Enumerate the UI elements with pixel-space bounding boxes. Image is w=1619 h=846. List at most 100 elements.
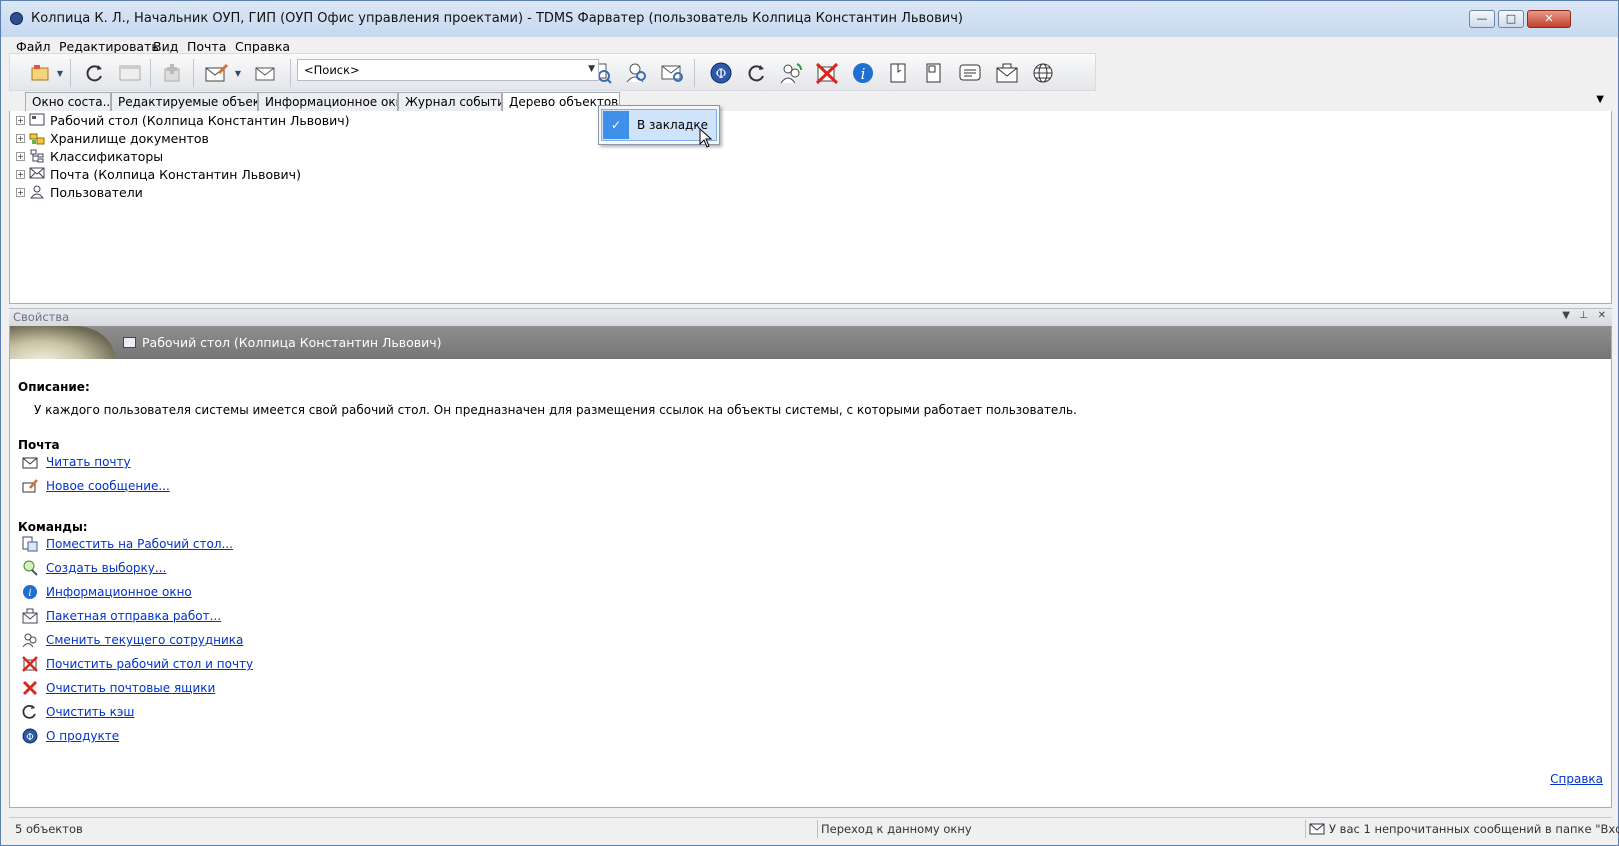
unread-mail-notice[interactable]: У вас 1 непрочитанных сообщений в папке …: [1309, 822, 1619, 836]
maximize-button[interactable]: □: [1498, 10, 1524, 28]
tree-item-desktop[interactable]: + Рабочий стол (Колпица Константин Львов…: [16, 111, 350, 129]
document-icon[interactable]: [883, 59, 913, 87]
object-tree: + Рабочий стол (Колпица Константин Львов…: [9, 111, 1612, 304]
put-on-desktop-link[interactable]: Поместить на Рабочий стол...: [46, 537, 233, 551]
expand-icon[interactable]: +: [16, 151, 25, 161]
command-row[interactable]: Очистить почтовые ящики: [22, 679, 215, 697]
new-message-link[interactable]: Новое сообщение...: [46, 479, 170, 493]
new-object-icon[interactable]: [26, 59, 56, 87]
find-user-icon[interactable]: [622, 59, 652, 87]
search-input[interactable]: <Поиск> ▼: [297, 59, 599, 81]
change-user-icon[interactable]: [776, 59, 806, 87]
dropdown-arrow-icon[interactable]: ▼: [232, 59, 244, 87]
menu-mail[interactable]: Почта: [187, 39, 226, 54]
tab-status-window[interactable]: Окно соста...: [25, 92, 111, 111]
title-bar: Колпица К. Л., Начальник ОУП, ГИП (ОУП О…: [1, 1, 1618, 37]
tree-item-label: Классификаторы: [50, 148, 164, 164]
tree-item-classifiers[interactable]: + Классификаторы: [16, 147, 163, 165]
command-row[interactable]: Очистить кэш: [22, 703, 134, 721]
new-message-link-row[interactable]: Новое сообщение...: [22, 477, 170, 495]
commands-heading: Команды:: [18, 520, 88, 534]
command-row[interactable]: Сменить текущего сотрудника: [22, 631, 243, 649]
mail-heading: Почта: [18, 438, 60, 452]
properties-panel: Рабочий стол (Колпица Константин Львович…: [9, 326, 1612, 808]
about-icon: Ф: [22, 728, 38, 744]
svg-text:i: i: [28, 588, 31, 599]
mail-notice-icon: [1309, 823, 1325, 835]
banner-decoration: [10, 326, 115, 359]
clear-cache-link[interactable]: Очистить кэш: [46, 705, 134, 719]
command-row[interactable]: Поместить на Рабочий стол...: [22, 535, 233, 553]
expand-icon[interactable]: +: [16, 169, 25, 179]
expand-icon[interactable]: +: [16, 133, 25, 143]
expand-icon[interactable]: +: [16, 115, 25, 125]
send-mail-icon[interactable]: [250, 59, 280, 87]
globe-icon[interactable]: [1028, 59, 1058, 87]
command-row[interactable]: Ф О продукте: [22, 727, 119, 745]
minimize-button[interactable]: —: [1469, 10, 1495, 28]
new-message-icon: [22, 478, 38, 494]
properties-panel-header: Свойства ▼ ⊥ ✕: [9, 308, 1612, 326]
batch-send-link[interactable]: Пакетная отправка работ...: [46, 609, 221, 623]
create-query-link[interactable]: Создать выборку...: [46, 561, 166, 575]
window-title: Колпица К. Л., Начальник ОУП, ГИП (ОУП О…: [31, 11, 964, 26]
tab-event-log[interactable]: Журнал событий: [398, 92, 502, 111]
menu-edit[interactable]: Редактировать: [59, 39, 159, 54]
menu-help[interactable]: Справка: [235, 39, 290, 54]
description-text: У каждого пользователя системы имеется с…: [34, 403, 1077, 417]
read-mail-icon: [22, 454, 38, 470]
read-mail-link[interactable]: Читать почту: [46, 455, 131, 469]
info-window-link[interactable]: Информационное окно: [46, 585, 192, 599]
tree-item-document-storage[interactable]: + Хранилище документов: [16, 129, 209, 147]
compose-mail-icon[interactable]: [202, 59, 232, 87]
add-icon[interactable]: [158, 59, 188, 87]
close-button[interactable]: ✕: [1527, 10, 1571, 28]
about-icon[interactable]: Ф: [706, 59, 736, 87]
tab-info-window[interactable]: Информационное окно: [258, 92, 398, 111]
message-icon[interactable]: [955, 59, 985, 87]
panel-menu-icon[interactable]: ▼: [1562, 310, 1570, 321]
clear-icon[interactable]: [812, 59, 842, 87]
tabs-menu-arrow-icon[interactable]: ▼: [1596, 94, 1604, 105]
tab-edited-objects[interactable]: Редактируемые объекты: [111, 92, 258, 111]
help-link[interactable]: Справка: [1550, 772, 1603, 786]
about-product-link[interactable]: О продукте: [46, 729, 119, 743]
change-employee-link[interactable]: Сменить текущего сотрудника: [46, 633, 243, 647]
svg-text:i: i: [861, 65, 866, 83]
tree-item-users[interactable]: + Пользователи: [16, 183, 143, 201]
tree-item-mail[interactable]: + Почта (Колпица Константин Львович): [16, 165, 301, 183]
command-row[interactable]: Почистить рабочий стол и почту: [22, 655, 253, 673]
find-mail-icon[interactable]: [658, 59, 688, 87]
expand-icon[interactable]: +: [16, 187, 25, 197]
menu-view[interactable]: Вид: [153, 39, 178, 54]
page-icon[interactable]: [918, 59, 948, 87]
svg-text:Ф: Ф: [26, 733, 33, 743]
menu-file[interactable]: Файл: [16, 39, 51, 54]
pin-icon[interactable]: ⊥: [1579, 310, 1588, 321]
tree-item-label: Хранилище документов: [50, 130, 209, 146]
properties-banner: Рабочий стол (Колпица Константин Львович…: [10, 326, 1611, 359]
read-mail-link-row[interactable]: Читать почту: [22, 453, 131, 471]
mouse-cursor-icon: [699, 128, 713, 148]
window-icon[interactable]: [115, 59, 145, 87]
search-dropdown-icon[interactable]: ▼: [588, 64, 595, 74]
mail-icon: [29, 167, 45, 181]
info-icon[interactable]: i: [848, 59, 878, 87]
status-bar: 5 объектов Переход к данному окну У вас …: [9, 817, 1619, 840]
desktop-icon: [29, 113, 45, 127]
reload-icon[interactable]: [742, 59, 772, 87]
clean-desktop-link[interactable]: Почистить рабочий стол и почту: [46, 657, 253, 671]
app-window: Колпица К. Л., Начальник ОУП, ГИП (ОУП О…: [0, 0, 1619, 846]
command-row[interactable]: Пакетная отправка работ...: [22, 607, 221, 625]
command-row[interactable]: Создать выборку...: [22, 559, 166, 577]
mailbox-icon[interactable]: [992, 59, 1022, 87]
command-row[interactable]: i Информационное окно: [22, 583, 192, 601]
refresh-icon[interactable]: [80, 59, 110, 87]
tree-item-label: Пользователи: [50, 184, 143, 200]
info-icon: i: [22, 584, 38, 600]
clear-mailbox-link[interactable]: Очистить почтовые ящики: [46, 681, 215, 695]
close-panel-icon[interactable]: ✕: [1598, 310, 1606, 321]
properties-panel-title: Свойства: [13, 310, 70, 324]
dropdown-arrow-icon[interactable]: ▼: [54, 59, 66, 87]
users-icon: [29, 185, 45, 199]
